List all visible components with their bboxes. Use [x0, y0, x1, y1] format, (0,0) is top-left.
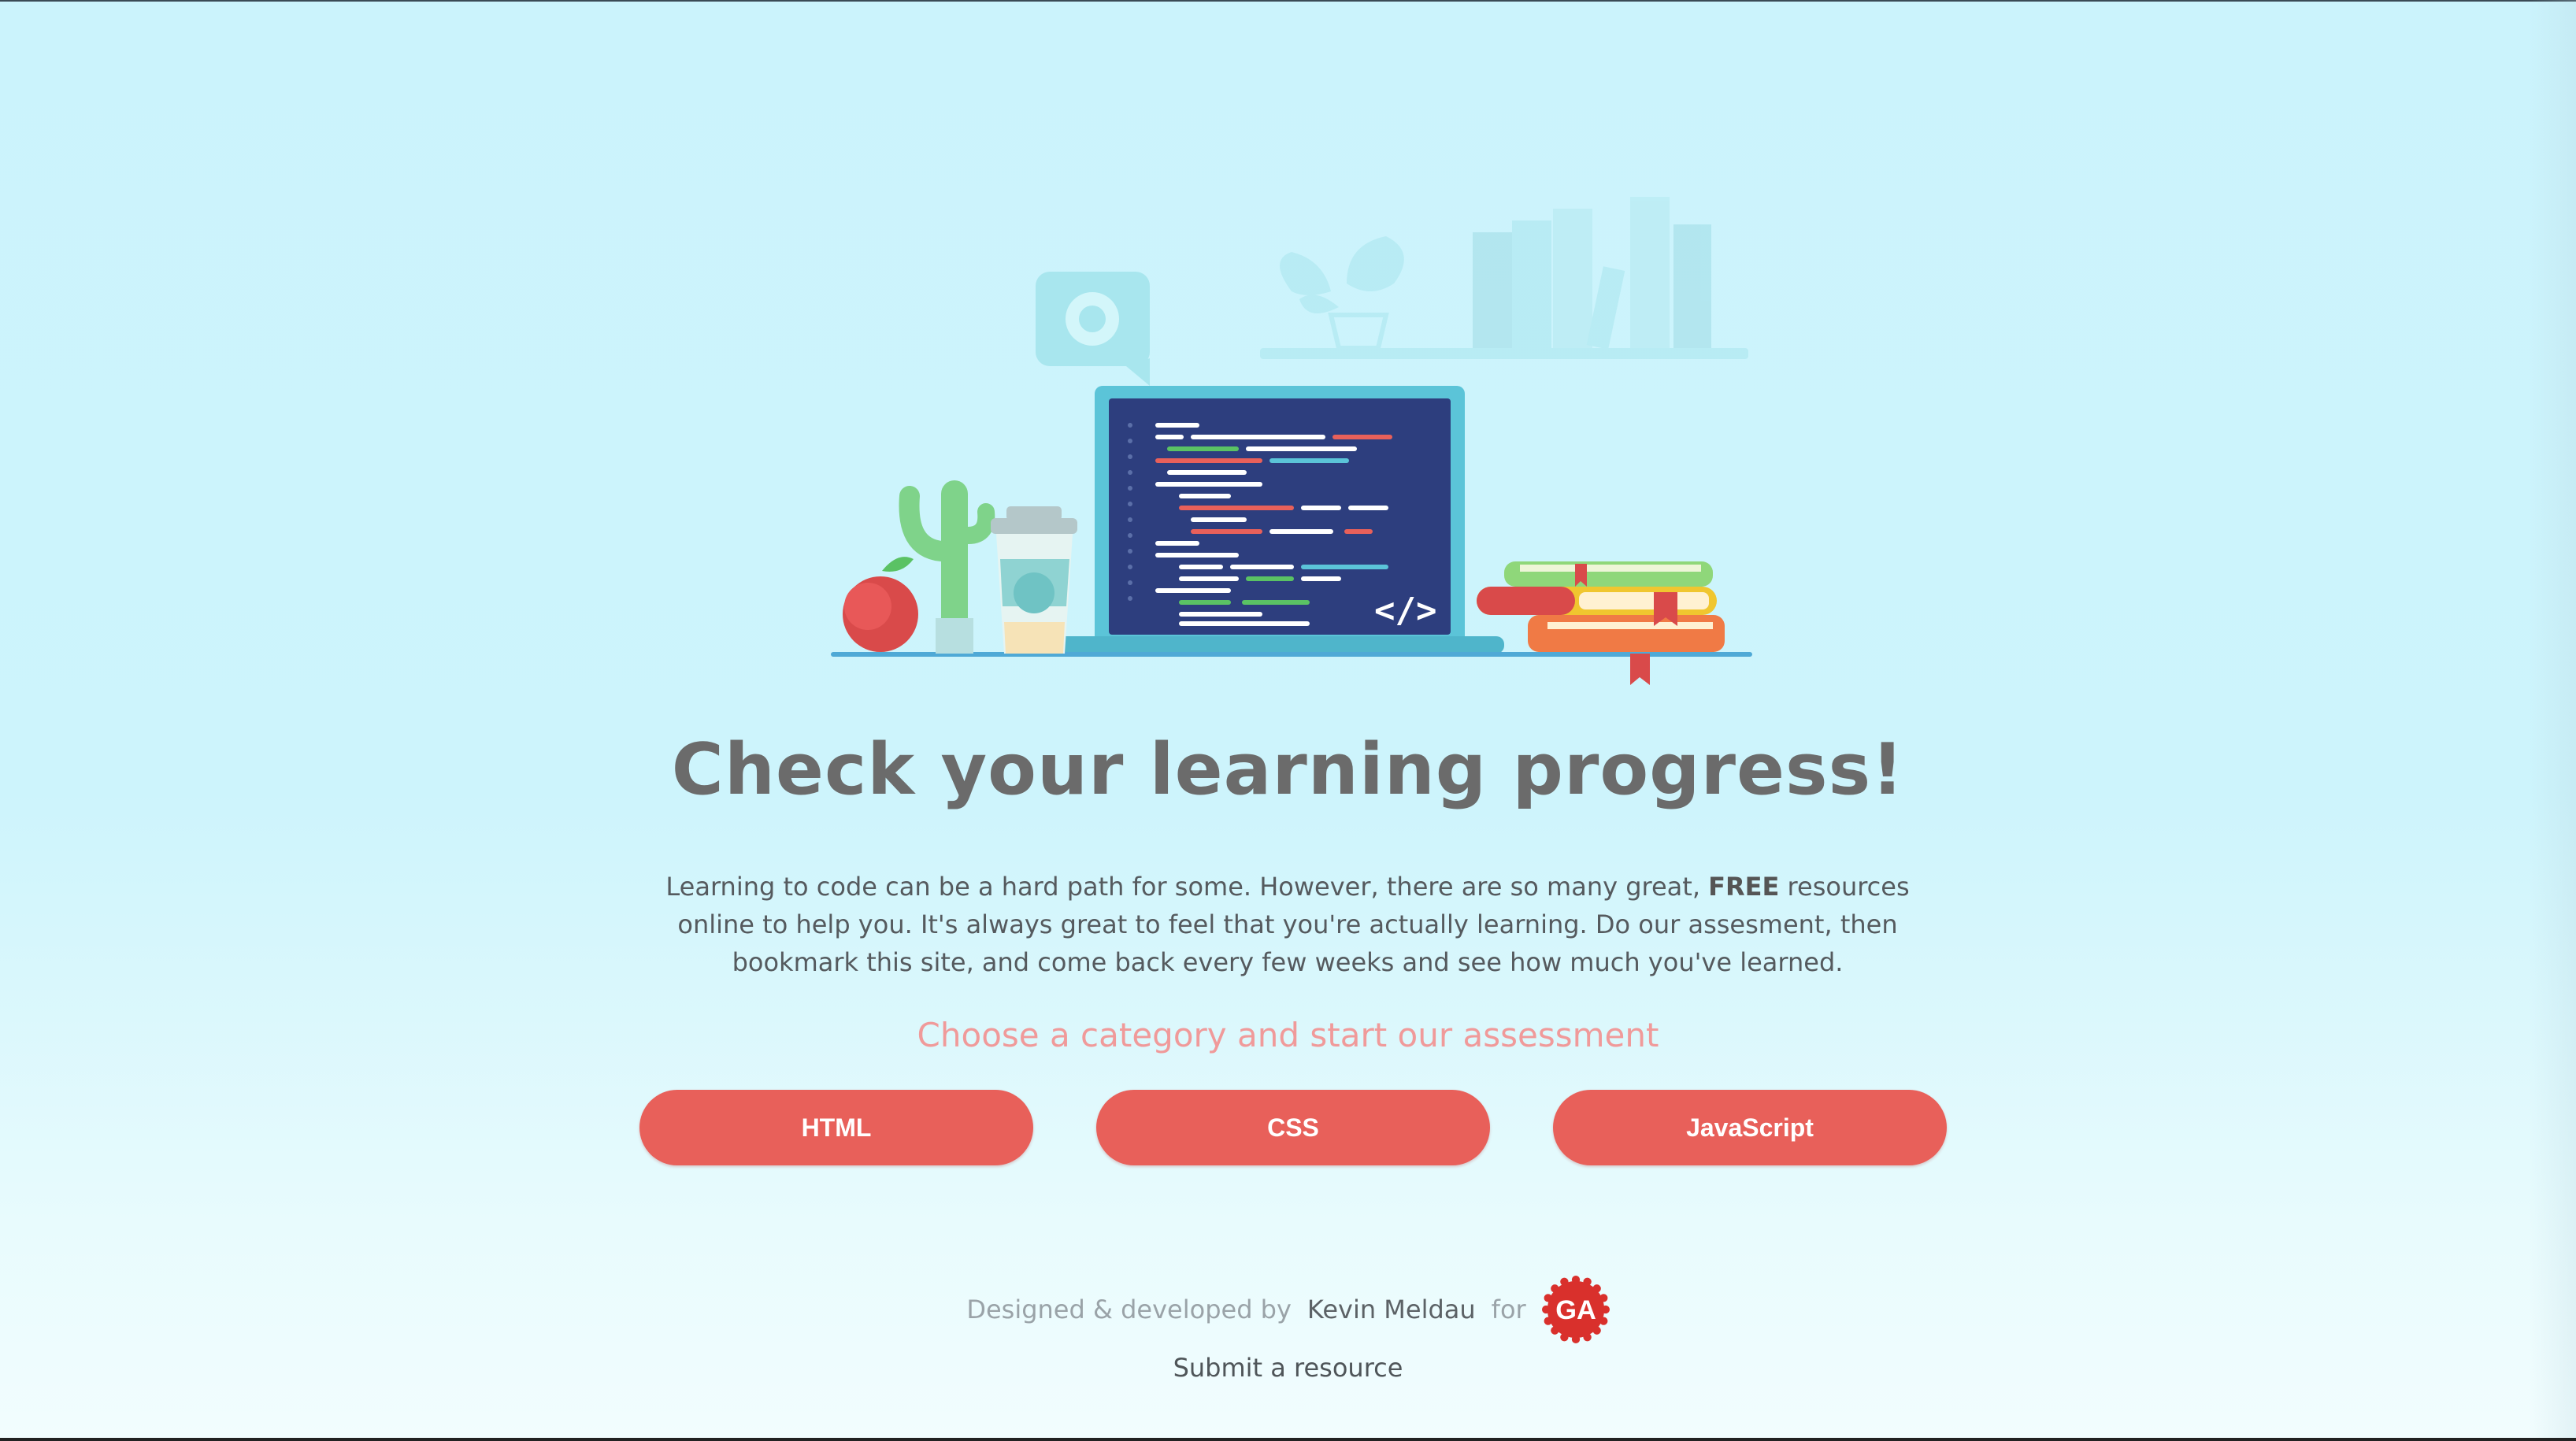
gear-icon	[1036, 272, 1150, 386]
ga-logo-icon[interactable]: GA	[1541, 1276, 1610, 1343]
submit-resource-link[interactable]: Submit a resource	[0, 1353, 2576, 1383]
choose-category-label: Choose a category and start our assessme…	[917, 1016, 1659, 1054]
for-text: for	[1491, 1295, 1526, 1324]
books-icon	[1477, 561, 1725, 685]
window-edge-shadow	[2529, 0, 2576, 1441]
code-tag-label: </>	[1374, 591, 1436, 631]
category-buttons: HTML CSS JavaScript	[639, 1090, 1947, 1167]
window-top-border	[0, 0, 2576, 2]
cactus-icon	[899, 480, 995, 654]
laptop-icon: </>	[1055, 386, 1504, 654]
css-category-button[interactable]: CSS	[1096, 1090, 1490, 1165]
javascript-category-button[interactable]: JavaScript	[1553, 1090, 1947, 1165]
designed-by-text: Designed & developed by	[966, 1295, 1292, 1324]
intro-text-part1: Learning to code can be a hard path for …	[665, 872, 1709, 902]
apple-icon	[843, 557, 918, 652]
author-link[interactable]: Kevin Meldau	[1307, 1295, 1476, 1324]
hero-illustration: </>	[831, 197, 1752, 685]
coffee-cup-icon	[991, 506, 1077, 654]
intro-text: Learning to code can be a hard path for …	[654, 868, 1922, 981]
html-category-button[interactable]: HTML	[639, 1090, 1033, 1165]
credits-line: Designed & developed by Kevin Meldau for…	[0, 1274, 2576, 1345]
ga-logo-label: GA	[1555, 1295, 1596, 1325]
page-title: Check your learning progress!	[671, 728, 1905, 811]
window-bottom-border	[0, 1438, 2576, 1441]
intro-free-emphasis: FREE	[1708, 872, 1780, 902]
shelf-icon	[1260, 197, 1748, 359]
